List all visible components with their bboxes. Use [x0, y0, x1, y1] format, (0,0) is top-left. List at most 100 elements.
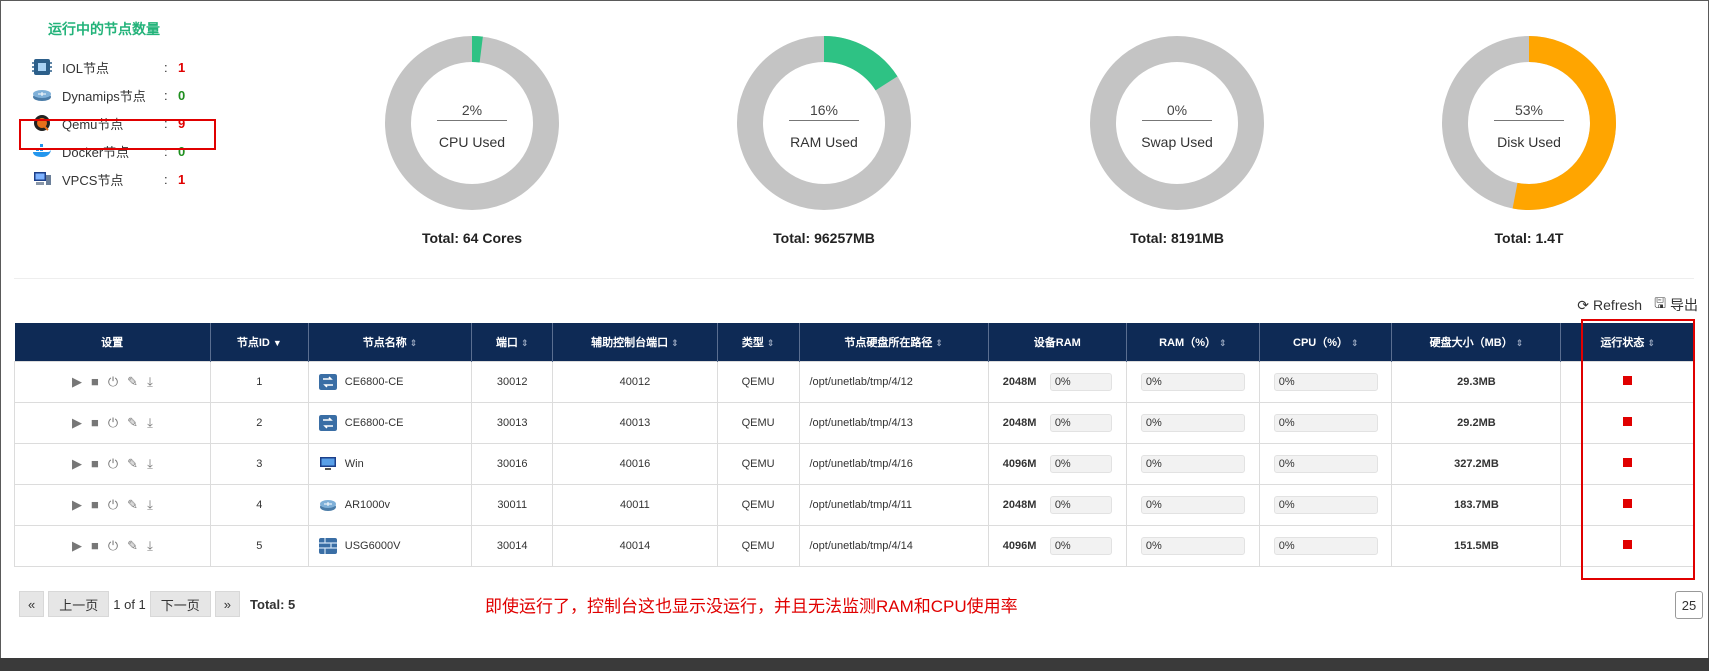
ram-usage-bar: 0% — [1049, 495, 1112, 514]
stop-icon[interactable]: ■ — [91, 374, 99, 389]
col-disk-size[interactable]: 硬盘大小（MB） ⇕ — [1391, 323, 1562, 361]
pagination: « 上一页 1 of 1 下一页 » Total: 5 — [19, 591, 295, 617]
col-port[interactable]: 端口 ⇕ — [471, 323, 554, 361]
ram-gauge: 16% RAM Used Total: 96257MB — [734, 33, 914, 246]
sort-icon: ⇕ — [1515, 337, 1524, 348]
power-icon[interactable]: ⏻ — [108, 415, 118, 431]
swap-gauge: 0% Swap Used Total: 8191MB — [1087, 33, 1267, 246]
device-ram-cell: 2048M 0% — [987, 401, 1127, 444]
col-node-name[interactable]: 节点名称 ⇕ — [308, 323, 473, 361]
table-row: ▶ ■ ⏻ ✎ ⤓ 2 CE6800-CE 30013 40013 QEMU /… — [14, 401, 1695, 444]
col-type[interactable]: 类型 ⇕ — [717, 323, 800, 361]
per-page-select[interactable]: 25 — [1675, 591, 1703, 619]
last-page-button[interactable]: » — [214, 591, 241, 617]
ram-pct-bar: 0% — [1140, 454, 1245, 473]
section-divider — [14, 278, 1694, 279]
ram-pct-bar: 0% — [1140, 372, 1245, 391]
power-icon[interactable]: ⏻ — [108, 538, 118, 554]
power-icon[interactable]: ⏻ — [108, 497, 118, 513]
device-ram: 2048M — [1002, 375, 1037, 388]
stop-icon[interactable]: ■ — [91, 538, 99, 553]
export-config-icon[interactable]: ⤓ — [147, 374, 153, 390]
cpu-pct-bar: 0% — [1273, 454, 1378, 473]
wipe-icon[interactable]: ✎ — [127, 538, 138, 554]
cpu-total: Total: 64 Cores — [421, 230, 523, 246]
stop-icon[interactable]: ■ — [91, 497, 99, 512]
disk-total: Total: 1.4T — [1494, 230, 1564, 246]
disk-size: 151.5MB — [1391, 524, 1562, 567]
export-button[interactable]: 🖫 导出 — [1654, 293, 1698, 317]
prev-page-button[interactable]: 上一页 — [48, 591, 110, 617]
ram-usage-bar: 0% — [1049, 372, 1112, 391]
start-icon[interactable]: ▶ — [72, 538, 82, 554]
node-name-cell[interactable]: AR1000v — [307, 483, 473, 526]
device-ram-cell: 4096M 0% — [987, 524, 1127, 567]
router-icon — [319, 499, 336, 511]
col-device-ram: 设备RAM — [988, 323, 1127, 361]
node-row-vpcs: VPCS节点 : 1 — [32, 168, 212, 190]
start-icon[interactable]: ▶ — [72, 456, 82, 472]
cpu-pct-bar: 0% — [1273, 413, 1378, 432]
start-icon[interactable]: ▶ — [72, 497, 82, 513]
ram-usage-bar: 0% — [1049, 454, 1112, 473]
next-page-button[interactable]: 下一页 — [149, 591, 211, 617]
bottom-strip — [0, 658, 1709, 671]
first-page-button[interactable]: « — [19, 591, 45, 617]
export-config-icon[interactable]: ⤓ — [147, 497, 153, 513]
cpu-label: CPU Used — [438, 134, 506, 150]
power-icon[interactable]: ⏻ — [108, 456, 118, 472]
node-port: 30012 — [471, 360, 554, 403]
ram-percent: 16% — [789, 102, 859, 121]
ram-pct-bar: 0% — [1140, 495, 1245, 514]
sort-desc-icon: ▼ — [272, 337, 282, 348]
stop-icon[interactable]: ■ — [91, 456, 99, 471]
node-aux-port: 40011 — [552, 483, 718, 526]
cpu-donut-track — [385, 36, 559, 210]
node-aux-port: 40014 — [552, 524, 718, 567]
wipe-icon[interactable]: ✎ — [127, 456, 138, 472]
vpcs-pc-icon — [34, 172, 51, 185]
node-table: 设置 节点ID ▼ 节点名称 ⇕ 端口 ⇕ 辅助控制台端口 ⇕ 类型 ⇕ 节点硬盘所在路径… — [14, 323, 1695, 567]
ram-pct-cell: 0% — [1125, 401, 1261, 444]
node-port: 30011 — [471, 483, 554, 526]
export-config-icon[interactable]: ⤓ — [147, 415, 153, 431]
export-config-icon[interactable]: ⤓ — [147, 538, 153, 554]
disk-donut-chart — [1442, 36, 1616, 210]
cpu-pct-bar: 0% — [1273, 372, 1378, 391]
sort-icon: ⇕ — [1219, 337, 1227, 348]
node-name-cell[interactable]: CE6800-CE — [307, 401, 473, 444]
ram-pct-cell: 0% — [1125, 483, 1261, 526]
swap-label: Swap Used — [1141, 134, 1213, 150]
export-config-icon[interactable]: ⤓ — [147, 456, 153, 472]
col-aux-port[interactable]: 辅助控制台端口 ⇕ — [552, 323, 718, 361]
swap-total: Total: 8191MB — [1130, 230, 1224, 246]
refresh-button[interactable]: ⟳ Refresh — [1577, 293, 1642, 317]
power-icon[interactable]: ⏻ — [108, 374, 118, 390]
node-type: QEMU — [716, 360, 800, 403]
start-icon[interactable]: ▶ — [72, 374, 82, 390]
wipe-icon[interactable]: ✎ — [127, 415, 138, 431]
annotation-note: 即使运行了，控制台这也显示没运行，并且无法监测RAM和CPU使用率 — [485, 597, 1018, 616]
disk-size: 327.2MB — [1391, 442, 1562, 485]
node-name-cell[interactable]: USG6000V — [307, 524, 473, 567]
node-row-iol: IOL节点 : 1 — [32, 56, 212, 78]
node-name: CE6800-CE — [344, 375, 404, 388]
col-node-id[interactable]: 节点ID ▼ — [210, 323, 309, 361]
node-disk-path: /opt/unetlab/tmp/4/12 — [798, 360, 989, 403]
col-disk-path[interactable]: 节点硬盘所在路径 ⇕ — [799, 323, 989, 361]
node-name-cell[interactable]: CE6800-CE — [307, 360, 473, 403]
col-cpu-pct[interactable]: CPU（%） ⇕ — [1259, 323, 1393, 361]
row-controls: ▶ ■ ⏻ ✎ ⤓ — [14, 401, 211, 444]
stop-icon[interactable]: ■ — [91, 415, 99, 430]
start-icon[interactable]: ▶ — [72, 415, 82, 431]
cpu-pct-bar: 0% — [1273, 495, 1378, 514]
sort-icon: ⇕ — [409, 337, 418, 348]
node-row-dynamips: Dynamips节点 : 0 — [32, 84, 212, 106]
swap-donut-track — [1090, 36, 1264, 210]
wipe-icon[interactable]: ✎ — [127, 497, 138, 513]
wipe-icon[interactable]: ✎ — [127, 374, 138, 390]
node-name-cell[interactable]: Win — [307, 442, 473, 485]
ram-pct-cell: 0% — [1125, 442, 1261, 485]
col-ram-pct[interactable]: RAM（%） ⇕ — [1126, 323, 1261, 361]
dynamips-count: 0 — [178, 87, 186, 103]
